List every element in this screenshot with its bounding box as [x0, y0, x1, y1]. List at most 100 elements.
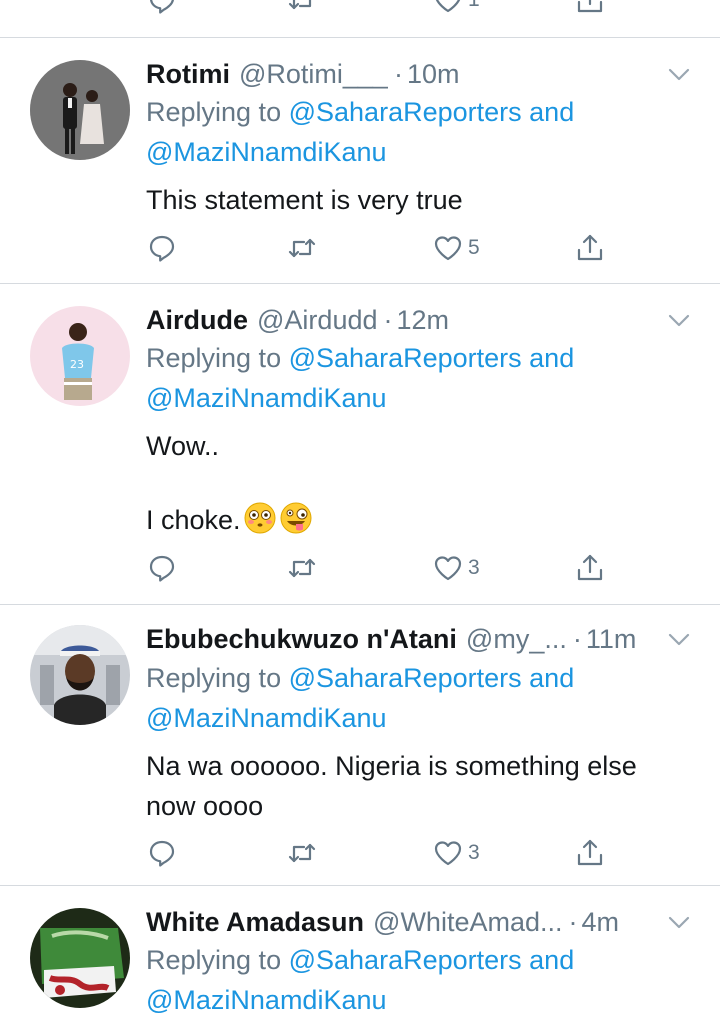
- tweet-menu-button[interactable]: [666, 308, 692, 334]
- replying-to: Replying to @SaharaReporters and: [146, 92, 574, 132]
- flushed-face-icon: [243, 501, 277, 535]
- mention-link[interactable]: @SaharaReporters: [289, 663, 522, 693]
- display-name[interactable]: Rotimi: [146, 54, 230, 94]
- chevron-down-icon: [668, 314, 690, 327]
- share-button[interactable]: [574, 230, 606, 266]
- tweet-text: This statement is very true: [146, 180, 700, 220]
- tweet-text-line: Na wa oooooo. Nigeria is something else: [146, 751, 637, 781]
- retweet-icon: [288, 558, 316, 578]
- display-name[interactable]: Airdude: [146, 300, 248, 340]
- avatar[interactable]: 23: [30, 306, 130, 406]
- avatar[interactable]: [30, 908, 130, 1008]
- tweet[interactable]: Rotimi @Rotimi___ · 10m Replying to @Sah…: [0, 38, 720, 282]
- reply-button[interactable]: [146, 550, 178, 586]
- reply-button[interactable]: [146, 230, 178, 266]
- mention-link[interactable]: @MaziNnamdiKanu: [146, 137, 387, 167]
- reply-icon: [149, 840, 175, 867]
- heart-icon: [434, 556, 462, 581]
- tweet-header: Ebubechukwuzo n'Atani @my_... · 11m: [146, 619, 676, 659]
- share-icon: [577, 0, 603, 13]
- tweet-actions: 3: [146, 835, 626, 871]
- display-name[interactable]: White Amadasun: [146, 902, 364, 942]
- avatar-image: [30, 625, 130, 725]
- like-button[interactable]: 3: [432, 550, 480, 586]
- heart-icon: [435, 0, 461, 13]
- like-button[interactable]: 5: [432, 230, 480, 266]
- reply-icon: [150, 0, 174, 14]
- heart-icon: [434, 841, 462, 866]
- retweet-button[interactable]: [286, 230, 318, 266]
- reply-button[interactable]: [146, 0, 178, 18]
- mention-link[interactable]: @SaharaReporters: [289, 945, 522, 975]
- user-handle[interactable]: @Airdudd: [257, 300, 377, 340]
- and-others-link[interactable]: and: [529, 97, 574, 127]
- tweet-actions: 3: [146, 550, 626, 586]
- share-button[interactable]: [574, 835, 606, 871]
- share-button[interactable]: [574, 0, 606, 18]
- avatar-image: [30, 908, 130, 1008]
- timestamp[interactable]: 10m: [407, 54, 460, 94]
- timestamp[interactable]: 12m: [397, 300, 450, 340]
- tweet[interactable]: Ebubechukwuzo n'Atani @my_... · 11m Repl…: [0, 605, 720, 885]
- tweet[interactable]: 23 Airdude @Airdudd · 12m Replying to @S…: [0, 284, 720, 604]
- replying-to-label: Replying to: [146, 663, 282, 693]
- separator-dot: ·: [572, 624, 582, 654]
- user-handle[interactable]: @WhiteAmad...: [373, 902, 562, 942]
- tweet-menu-button[interactable]: [666, 62, 692, 88]
- avatar[interactable]: [30, 625, 130, 725]
- tweet-menu-button[interactable]: [666, 910, 692, 936]
- user-handle[interactable]: @Rotimi___: [239, 54, 388, 94]
- tweet-text-line: Wow..: [146, 431, 220, 461]
- like-count: 3: [468, 841, 480, 864]
- and-others-link[interactable]: and: [529, 663, 574, 693]
- avatar-image: 23: [30, 306, 130, 406]
- chevron-down-icon: [668, 68, 690, 81]
- like-count: 5: [468, 236, 480, 259]
- like-button[interactable]: 1: [432, 0, 480, 18]
- share-icon: [577, 234, 603, 261]
- chevron-down-icon: [668, 633, 690, 646]
- replying-to-label: Replying to: [146, 343, 282, 373]
- like-count: 3: [468, 556, 480, 579]
- and-others-link[interactable]: and: [529, 945, 574, 975]
- timestamp[interactable]: 4m: [582, 902, 620, 942]
- mention-link[interactable]: @MaziNnamdiKanu: [146, 383, 387, 413]
- replying-to: Replying to @SaharaReporters and: [146, 940, 574, 980]
- heart-icon: [434, 236, 462, 261]
- retweet-button[interactable]: [286, 0, 318, 18]
- separator-dot: ·: [393, 59, 403, 89]
- tweet-text-line-with-emoji: I choke.: [146, 500, 700, 540]
- user-handle[interactable]: @my_...: [466, 619, 567, 659]
- reply-icon: [149, 555, 175, 582]
- replying-to: Replying to @SaharaReporters and: [146, 338, 574, 378]
- retweet-icon: [288, 0, 312, 10]
- retweet-icon: [288, 238, 316, 258]
- tweet-text-fragment: I choke.: [146, 505, 241, 535]
- mention-link[interactable]: @MaziNnamdiKanu: [146, 985, 387, 1015]
- retweet-button[interactable]: [286, 835, 318, 871]
- share-button[interactable]: [574, 550, 606, 586]
- separator-dot: ·: [568, 907, 578, 937]
- zany-face-icon: [279, 501, 313, 535]
- mention-link[interactable]: @MaziNnamdiKanu: [146, 703, 387, 733]
- avatar[interactable]: [30, 60, 130, 160]
- tweet-text-line: This statement is very true: [146, 185, 463, 215]
- display-name[interactable]: Ebubechukwuzo n'Atani: [146, 619, 457, 659]
- share-icon: [577, 839, 603, 866]
- tweet-text: Na wa oooooo. Nigeria is something else …: [146, 746, 700, 826]
- replying-to-continued: @MaziNnamdiKanu: [146, 698, 387, 738]
- mention-link[interactable]: @SaharaReporters: [289, 97, 522, 127]
- reply-button[interactable]: [146, 835, 178, 871]
- like-button[interactable]: 3: [432, 835, 480, 871]
- replying-to-label: Replying to: [146, 97, 282, 127]
- tweet-header: Rotimi @Rotimi___ · 10m: [146, 54, 676, 94]
- chevron-down-icon: [668, 916, 690, 929]
- tweet[interactable]: White Amadasun @WhiteAmad... · 4m Replyi…: [0, 886, 720, 1032]
- previous-tweet-actions: 1: [146, 0, 626, 18]
- and-others-link[interactable]: and: [529, 343, 574, 373]
- tweet-menu-button[interactable]: [666, 627, 692, 653]
- mention-link[interactable]: @SaharaReporters: [289, 343, 522, 373]
- retweet-button[interactable]: [286, 550, 318, 586]
- replying-to-continued: @MaziNnamdiKanu: [146, 132, 387, 172]
- timestamp[interactable]: 11m: [586, 619, 637, 659]
